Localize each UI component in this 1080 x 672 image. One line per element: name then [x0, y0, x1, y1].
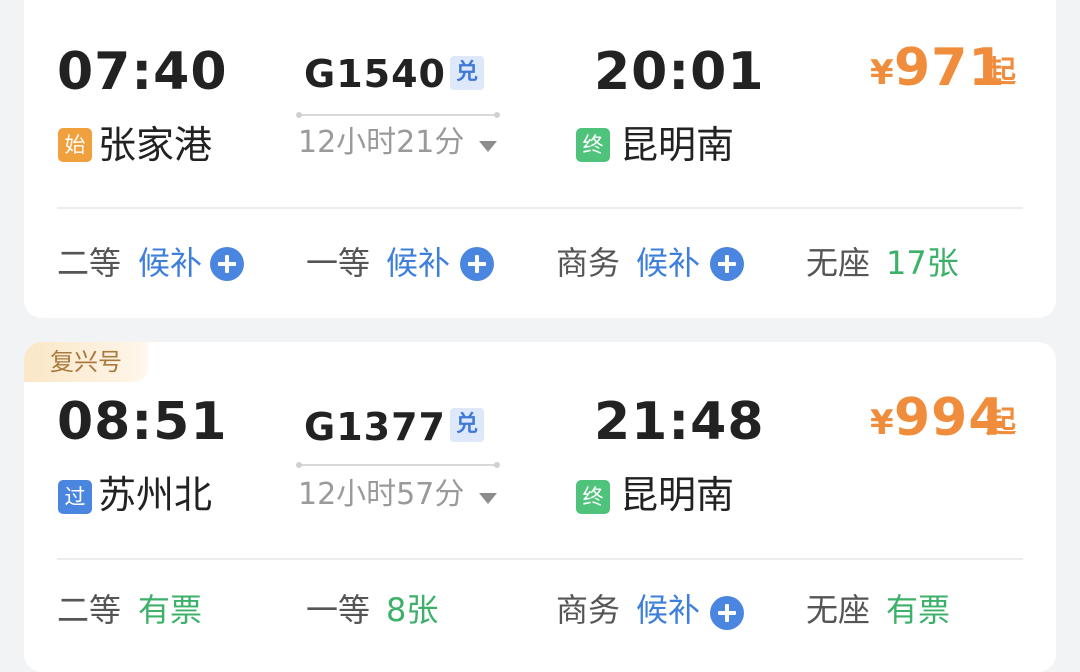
- terminal-badge: 终: [576, 128, 610, 162]
- duration-line: [296, 112, 500, 118]
- train-number: G1540: [304, 52, 446, 96]
- seat-class-label: 一等: [306, 244, 371, 282]
- depart-time: 08:51: [57, 392, 228, 452]
- caret-down-icon[interactable]: [479, 141, 497, 152]
- exchange-mark: 兑: [450, 56, 484, 90]
- seat-status: 候补: [386, 244, 451, 282]
- seat-status: 有票: [138, 591, 203, 629]
- seat-class-label: 无座: [806, 591, 871, 629]
- arrive-station: 昆明南: [620, 123, 735, 167]
- caret-down-icon[interactable]: [479, 493, 497, 504]
- exchange-mark: 兑: [450, 408, 484, 442]
- seat-class-label: 一等: [306, 591, 371, 629]
- price-suffix: 起: [986, 405, 1016, 440]
- divider: [57, 558, 1023, 560]
- depart-station: 苏州北: [98, 473, 213, 517]
- seat-class-label: 商务: [556, 591, 621, 629]
- seat-status: 8张: [386, 591, 439, 629]
- arrive-time: 21:48: [594, 392, 765, 452]
- depart-time: 07:40: [57, 42, 228, 102]
- seat-class-label: 二等: [57, 244, 122, 282]
- origin-badge: 始: [58, 128, 92, 162]
- train-card[interactable]: 08:51 过 苏州北 G1377 兑 12小时57分 21:48 终 昆明南 …: [24, 342, 1056, 672]
- waitlist-add-icon[interactable]: [460, 247, 494, 281]
- seat-status: 候补: [636, 591, 701, 629]
- waitlist-add-icon[interactable]: [710, 247, 744, 281]
- waitlist-add-icon[interactable]: [710, 596, 744, 630]
- waitlist-add-icon[interactable]: [210, 247, 244, 281]
- fuxing-tag: 复兴号: [24, 342, 148, 382]
- price-suffix: 起: [986, 55, 1016, 90]
- train-number: G1377: [304, 405, 446, 449]
- divider: [57, 207, 1023, 209]
- seat-status: 有票: [886, 591, 951, 629]
- price-currency: ¥: [870, 403, 894, 443]
- seat-status: 候补: [636, 244, 701, 282]
- duration[interactable]: 12小时57分: [298, 480, 464, 510]
- price-currency: ¥: [870, 53, 894, 93]
- seat-class-label: 无座: [806, 244, 871, 282]
- seat-status: 17张: [886, 244, 959, 282]
- depart-station: 张家港: [98, 123, 213, 167]
- seat-class-label: 二等: [57, 591, 122, 629]
- train-card[interactable]: 07:40 始 张家港 G1540 兑 12小时21分 20:01 终 昆明南 …: [24, 0, 1056, 318]
- duration-line: [296, 462, 500, 468]
- duration[interactable]: 12小时21分: [298, 128, 464, 158]
- terminal-badge: 终: [576, 480, 610, 514]
- arrive-time: 20:01: [594, 42, 765, 102]
- pass-badge: 过: [58, 480, 92, 514]
- seat-status: 候补: [138, 244, 203, 282]
- seat-class-label: 商务: [556, 244, 621, 282]
- arrive-station: 昆明南: [620, 473, 735, 517]
